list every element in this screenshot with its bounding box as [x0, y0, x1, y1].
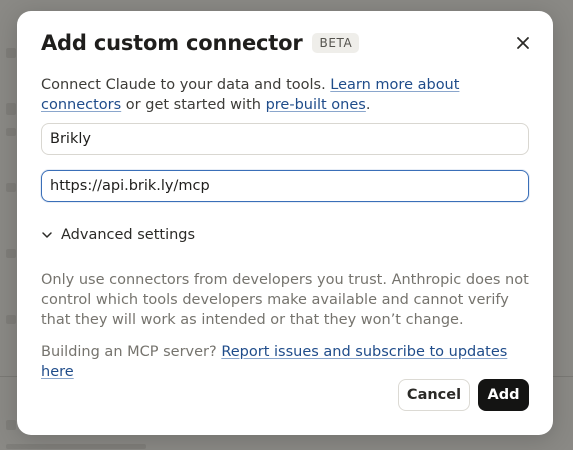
cancel-button[interactable]: Cancel	[398, 379, 470, 411]
background-fragment	[6, 249, 16, 258]
connector-url-input[interactable]	[41, 170, 529, 202]
background-fragment	[6, 128, 16, 136]
connector-name-input[interactable]	[41, 123, 529, 155]
advanced-settings-toggle[interactable]: Advanced settings	[41, 227, 195, 243]
description-text: .	[365, 97, 371, 113]
background-fragment	[6, 103, 16, 115]
close-icon	[517, 37, 529, 49]
chevron-down-icon	[42, 232, 52, 238]
prebuilt-connectors-link[interactable]: pre-built ones	[266, 97, 366, 113]
close-button[interactable]	[513, 33, 533, 53]
background-fragment	[6, 444, 146, 449]
background-fragment	[6, 315, 16, 324]
description-text: or get started with	[121, 97, 266, 113]
trust-warning: Only use connectors from developers you …	[41, 272, 529, 328]
background-fragment	[6, 420, 16, 430]
background-fragment	[6, 48, 16, 58]
add-connector-dialog: Add custom connector BETA Connect Claude…	[17, 11, 553, 435]
dialog-header: Add custom connector BETA	[41, 31, 360, 55]
mcp-prompt-text: Building an MCP server?	[41, 344, 222, 360]
add-button[interactable]: Add	[478, 379, 529, 411]
mcp-server-note: Building an MCP server? Report issues an…	[41, 342, 531, 382]
description-text: Connect Claude to your data and tools.	[41, 77, 331, 93]
dialog-description: Connect Claude to your data and tools. L…	[41, 75, 531, 115]
dialog-title: Add custom connector	[41, 31, 303, 55]
background-fragment	[6, 183, 16, 192]
advanced-settings-label: Advanced settings	[61, 227, 196, 243]
beta-badge: BETA	[312, 33, 360, 53]
